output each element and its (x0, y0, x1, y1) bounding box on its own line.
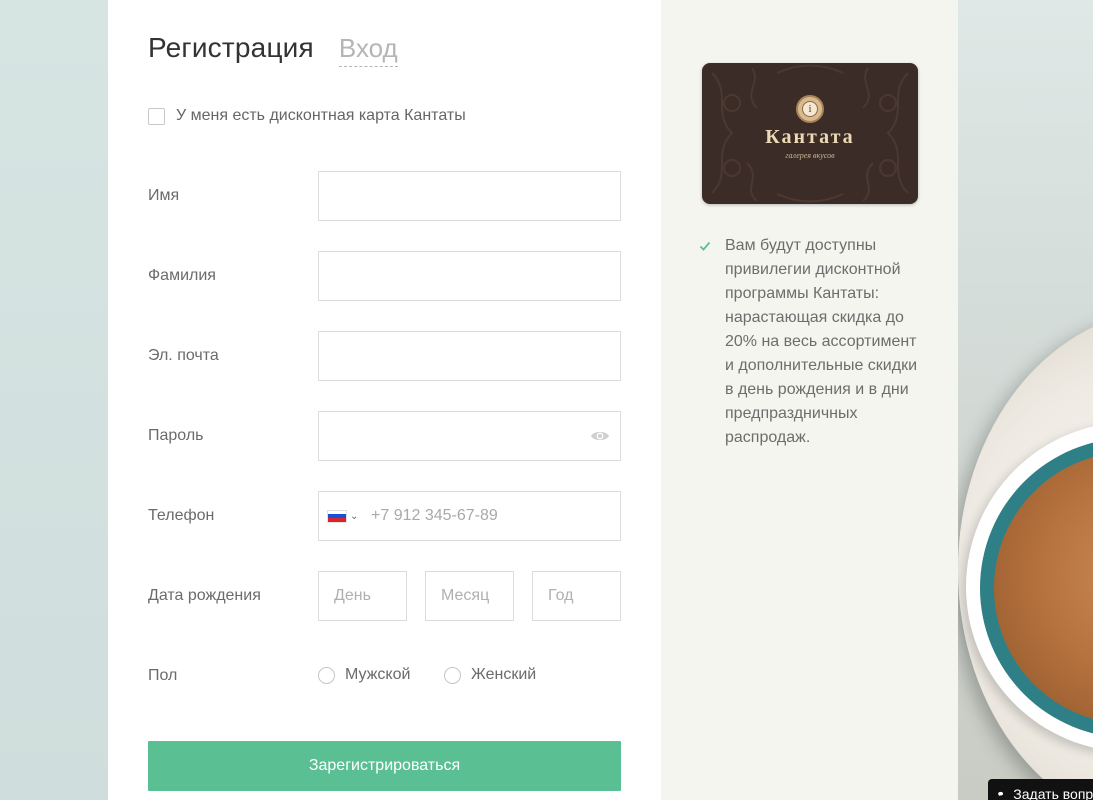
tab-login[interactable]: Вход (338, 33, 398, 67)
auth-tabs: Регистрация Вход (148, 32, 398, 67)
gender-male-label: Мужской (345, 666, 411, 683)
last-name-input[interactable] (318, 251, 621, 301)
birth-month-input[interactable]: Месяц (425, 571, 514, 621)
discount-card-option[interactable]: У меня есть дисконтная карта Кантаты (148, 107, 466, 125)
phone-placeholder: +7 912 345-67-89 (371, 507, 498, 524)
email-input[interactable] (318, 331, 621, 381)
password-input[interactable] (318, 411, 621, 461)
russia-flag-icon (327, 509, 347, 523)
discount-card-label: У меня есть дисконтная карта Кантаты (176, 107, 466, 124)
gender-female-radio[interactable] (444, 666, 461, 684)
birth-day-input[interactable]: День (318, 571, 407, 621)
register-button[interactable]: Зарегистрироваться (148, 741, 621, 791)
eye-icon[interactable] (590, 429, 610, 443)
first-name-label: Имя (148, 187, 180, 204)
email-label: Эл. почта (148, 347, 219, 364)
gender-female-label: Женский (471, 666, 537, 683)
gender-option-female[interactable]: Женский (444, 666, 536, 684)
card-tagline: галерея вкусов (785, 151, 835, 160)
card-emblem-icon: i (796, 95, 824, 123)
country-selector[interactable]: ⌄ (327, 509, 363, 523)
discount-info-panel: i Кантата галерея вкусов Вам будут досту… (661, 0, 958, 800)
phone-input[interactable]: ⌄ +7 912 345-67-89 (318, 491, 621, 541)
birthdate-label: Дата рождения (148, 587, 261, 604)
benefit-item: Вам будут доступны привилегии дисконтной… (699, 234, 925, 450)
discount-card-image: i Кантата галерея вкусов (702, 63, 918, 204)
chat-bubble-icon (998, 791, 1004, 797)
page: Регистрация Вход У меня есть дисконтная … (0, 0, 1093, 800)
tab-register[interactable]: Регистрация (148, 32, 314, 64)
chevron-down-icon: ⌄ (350, 510, 359, 522)
gender-label: Пол (148, 667, 178, 684)
discount-card-checkbox[interactable] (148, 107, 165, 125)
last-name-label: Фамилия (148, 267, 216, 284)
ask-question-button[interactable]: Задать вопрос (988, 779, 1093, 800)
registration-form: Регистрация Вход У меня есть дисконтная … (108, 0, 661, 800)
phone-label: Телефон (148, 507, 215, 524)
first-name-input[interactable] (318, 171, 621, 221)
birth-year-input[interactable]: Год (532, 571, 621, 621)
check-icon (699, 241, 711, 251)
gender-option-male[interactable]: Мужской (318, 666, 410, 684)
benefit-text: Вам будут доступны привилегии дисконтной… (725, 237, 918, 446)
ask-question-label: Задать вопрос (1013, 786, 1093, 800)
gender-male-radio[interactable] (318, 666, 335, 684)
coffee-cup-background (958, 0, 1093, 800)
card-brand: Кантата (765, 126, 855, 148)
password-label: Пароль (148, 427, 204, 444)
